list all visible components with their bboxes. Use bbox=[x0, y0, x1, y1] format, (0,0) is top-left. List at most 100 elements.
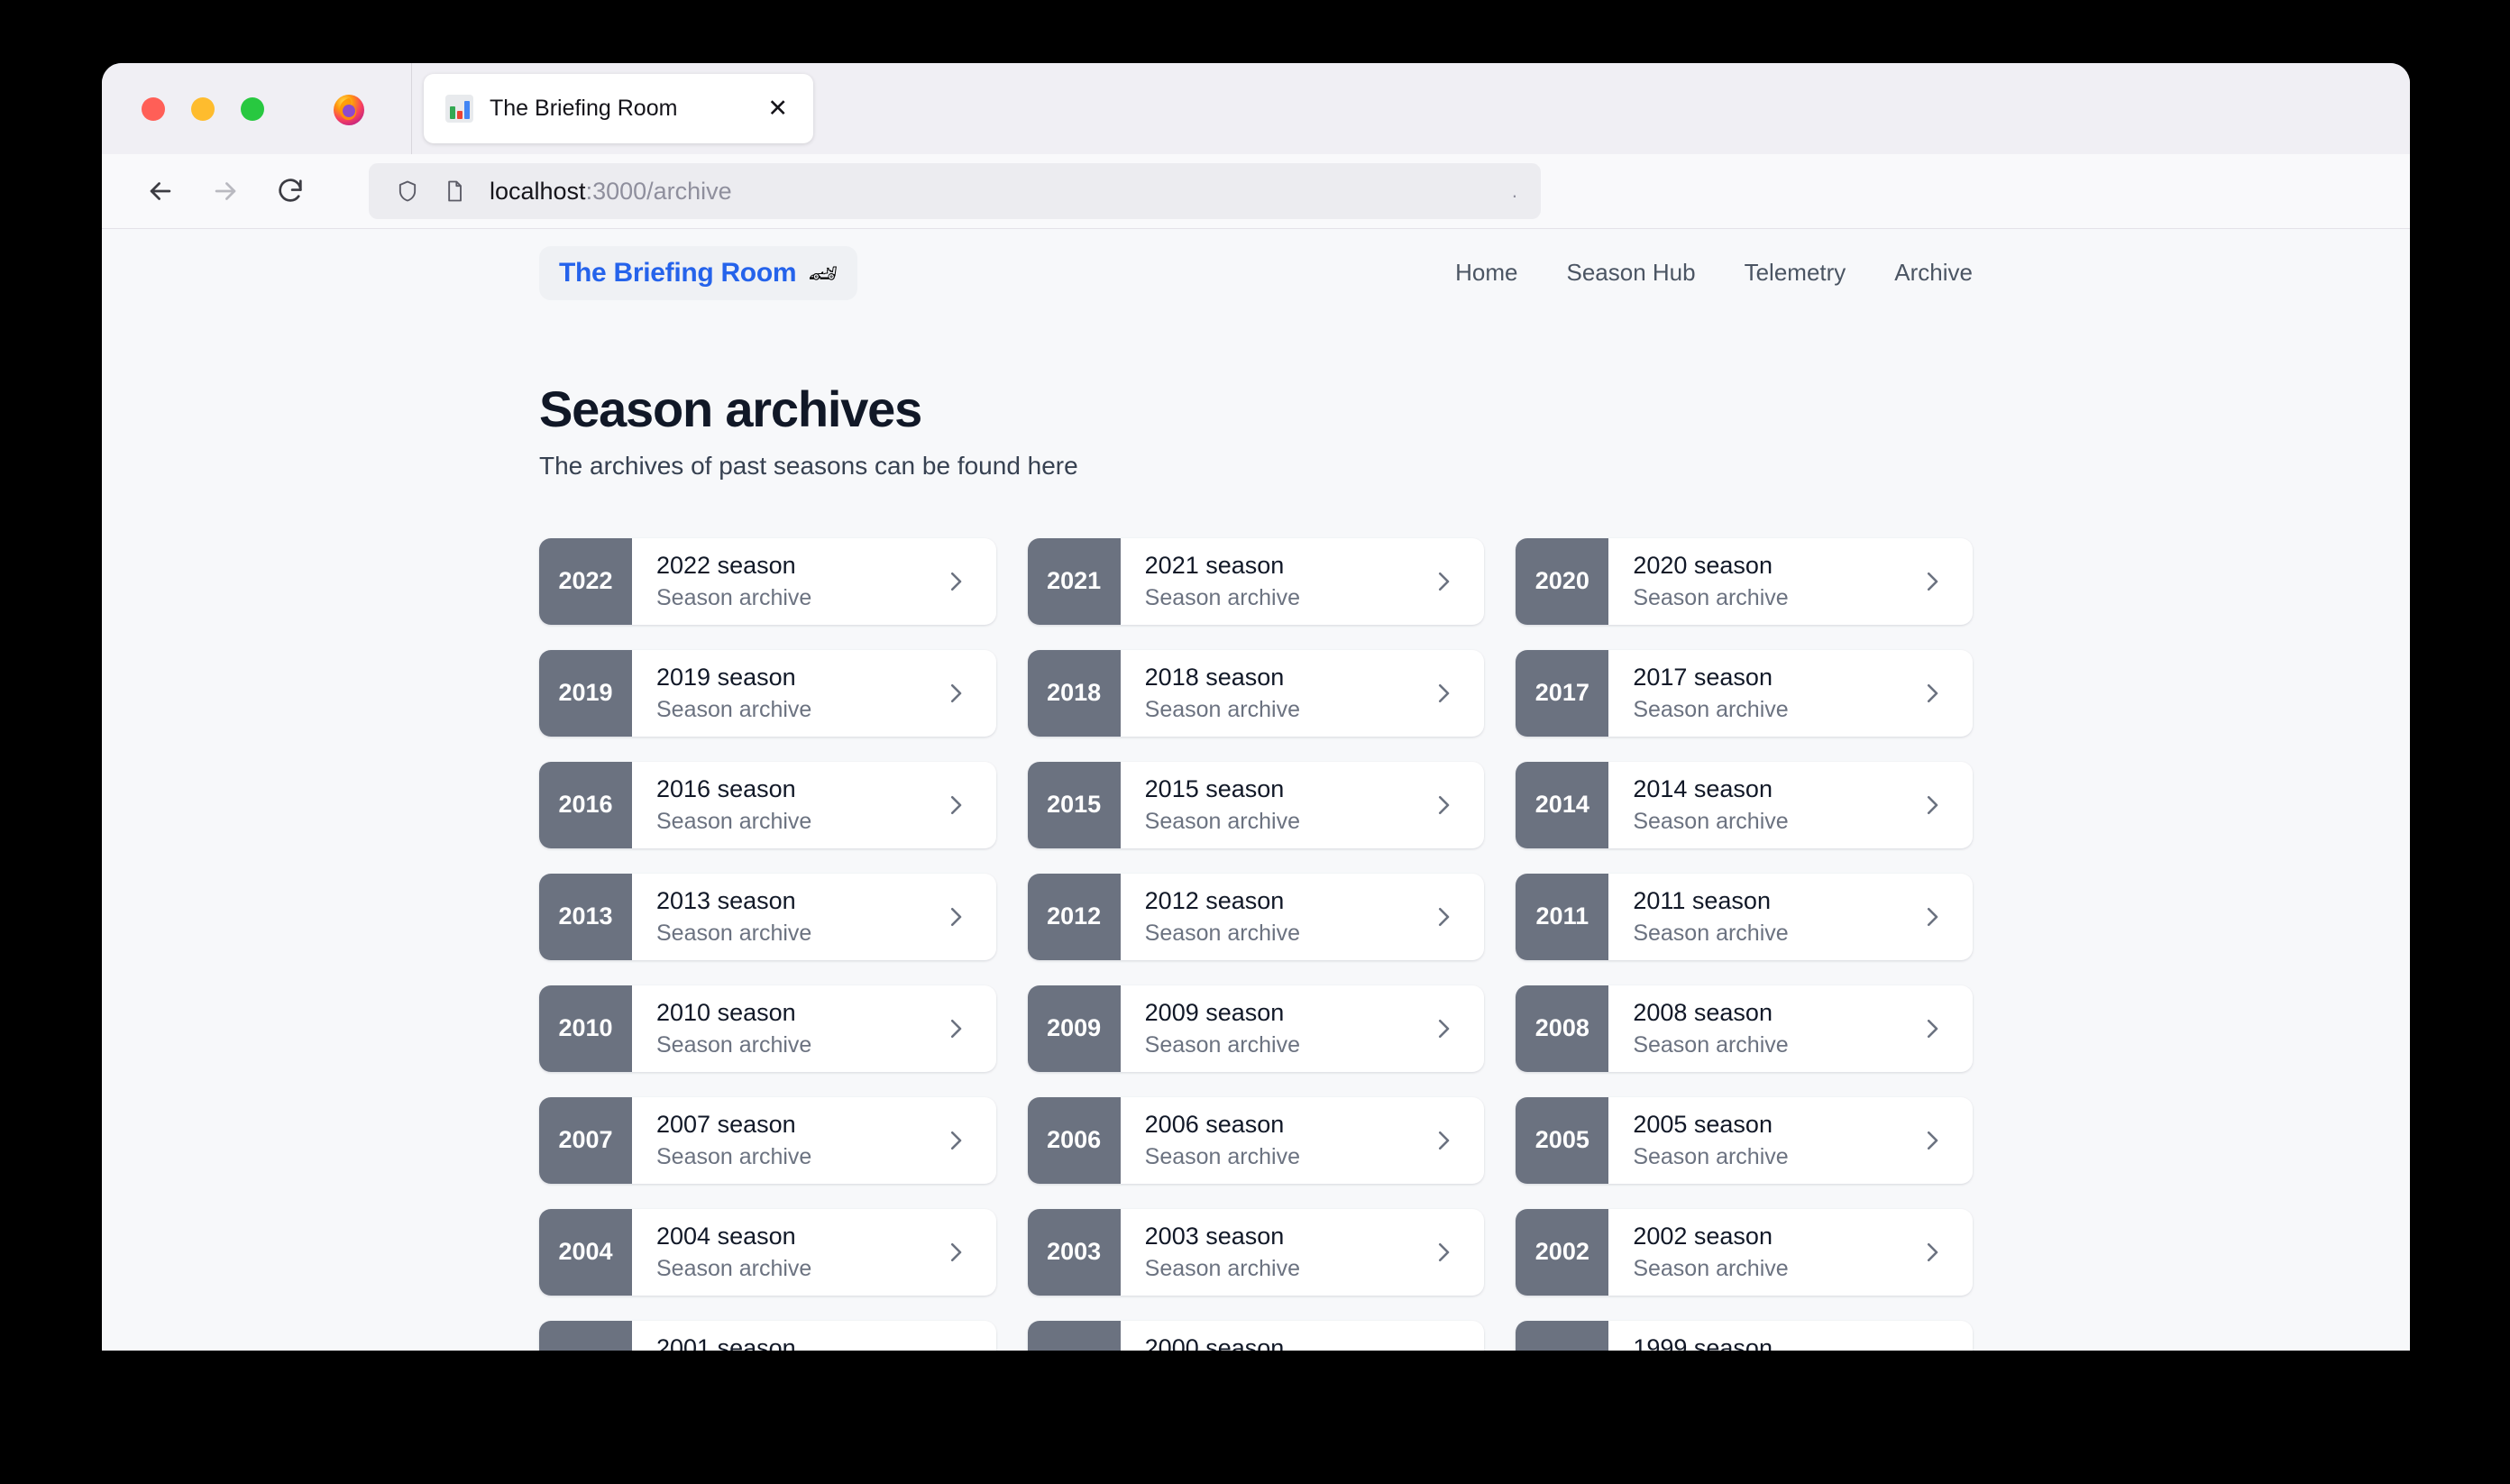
card-year-badge: 2003 bbox=[1027, 1208, 1121, 1296]
card-body: 2004 season Season archive bbox=[632, 1209, 996, 1296]
browser-tab-title: The Briefing Room bbox=[490, 96, 678, 121]
season-archive-card[interactable]: 2007 2007 season Season archive bbox=[539, 1096, 996, 1184]
card-body: 2013 season Season archive bbox=[632, 874, 996, 960]
url-path: :3000/archive bbox=[585, 177, 732, 205]
chevron-right-icon[interactable] bbox=[1917, 790, 1947, 820]
chevron-right-icon[interactable] bbox=[940, 1237, 971, 1268]
season-archive-card[interactable]: 2003 2003 season Season archive bbox=[1027, 1208, 1485, 1296]
season-archive-card[interactable]: 2006 2006 season Season archive bbox=[1027, 1096, 1485, 1184]
url-bar[interactable]: localhost:3000/archive . bbox=[369, 163, 1541, 219]
season-archive-card[interactable]: 2017 2017 season Season archive bbox=[1516, 649, 1973, 737]
card-year-badge: 2002 bbox=[1516, 1208, 1609, 1296]
season-archive-card[interactable]: 2010 2010 season Season archive bbox=[539, 985, 996, 1072]
nav-link-telemetry[interactable]: Telemetry bbox=[1745, 259, 1846, 287]
chevron-right-icon[interactable] bbox=[940, 1013, 971, 1044]
card-texts: 2021 season Season archive bbox=[1145, 550, 1415, 613]
chevron-right-icon[interactable] bbox=[1428, 1125, 1459, 1156]
chevron-right-icon[interactable] bbox=[940, 566, 971, 597]
chevron-right-icon[interactable] bbox=[940, 1125, 971, 1156]
shield-icon[interactable] bbox=[392, 176, 423, 206]
card-title: 2016 season bbox=[656, 774, 796, 802]
chevron-right-icon[interactable] bbox=[940, 902, 971, 932]
chevron-right-icon[interactable] bbox=[1917, 678, 1947, 709]
site-header: The Briefing Room 🏎 Home Season Hub Tele… bbox=[539, 229, 1973, 316]
card-body: 2022 season Season archive bbox=[632, 538, 996, 625]
url-text[interactable]: localhost:3000/archive bbox=[490, 178, 732, 206]
card-title: 2017 season bbox=[1633, 663, 1773, 691]
chevron-right-icon[interactable] bbox=[1428, 1349, 1459, 1351]
card-body: 2003 season Season archive bbox=[1121, 1209, 1485, 1296]
chevron-right-icon[interactable] bbox=[940, 790, 971, 820]
season-archive-card[interactable]: 2019 2019 season Season archive bbox=[539, 649, 996, 737]
chevron-right-icon[interactable] bbox=[1917, 1125, 1947, 1156]
season-archive-card[interactable]: 2016 2016 season Season archive bbox=[539, 761, 996, 848]
card-body: 2017 season Season archive bbox=[1608, 650, 1973, 737]
card-subtitle: Season archive bbox=[1144, 1256, 1300, 1282]
season-archive-card[interactable]: 2021 2021 season Season archive bbox=[1027, 537, 1485, 625]
chevron-right-icon[interactable] bbox=[940, 1349, 971, 1351]
season-archive-card[interactable]: 2001 2001 seasonSeason archive bbox=[539, 1320, 996, 1351]
card-year-badge: 2021 bbox=[1027, 537, 1121, 625]
card-subtitle: Season archive bbox=[1633, 1144, 1789, 1170]
season-archive-card[interactable]: 2012 2012 season Season archive bbox=[1027, 873, 1485, 960]
card-texts: 2001 seasonSeason archive bbox=[656, 1333, 926, 1351]
browser-tab[interactable]: The Briefing Room ✕ bbox=[424, 74, 813, 143]
chevron-right-icon[interactable] bbox=[1428, 678, 1459, 709]
card-year-badge: 2008 bbox=[1516, 985, 1609, 1072]
card-texts: 2019 season Season archive bbox=[656, 662, 926, 725]
season-archive-card[interactable]: 2020 2020 season Season archive bbox=[1516, 537, 1973, 625]
chevron-right-icon[interactable] bbox=[1917, 566, 1947, 597]
season-archive-card[interactable]: 2015 2015 season Season archive bbox=[1027, 761, 1485, 848]
card-body: 2010 season Season archive bbox=[632, 985, 996, 1072]
season-archive-card[interactable]: 2008 2008 season Season archive bbox=[1516, 985, 1973, 1072]
page-document-icon[interactable] bbox=[439, 176, 470, 206]
chevron-right-icon[interactable] bbox=[1917, 1013, 1947, 1044]
chevron-right-icon[interactable] bbox=[1917, 902, 1947, 932]
season-archive-card[interactable]: 1999 1999 seasonSeason archive bbox=[1516, 1320, 1973, 1351]
chevron-right-icon[interactable] bbox=[1428, 566, 1459, 597]
window-minimize-button[interactable] bbox=[191, 96, 215, 121]
card-texts: 2017 season Season archive bbox=[1633, 662, 1902, 725]
brand-logo[interactable]: The Briefing Room 🏎 bbox=[539, 245, 858, 300]
season-archive-card[interactable]: 2000 2000 seasonSeason archive bbox=[1027, 1320, 1485, 1351]
season-archive-card[interactable]: 2014 2014 season Season archive bbox=[1516, 761, 1973, 848]
season-archive-card[interactable]: 2022 2022 season Season archive bbox=[539, 537, 996, 625]
card-title: 2021 season bbox=[1144, 551, 1285, 579]
card-body: 2007 season Season archive bbox=[632, 1097, 996, 1184]
season-archive-card[interactable]: 2005 2005 season Season archive bbox=[1516, 1096, 1973, 1184]
window-maximize-button[interactable] bbox=[241, 96, 264, 121]
season-archive-card[interactable]: 2011 2011 season Season archive bbox=[1516, 873, 1973, 960]
nav-link-season-hub[interactable]: Season Hub bbox=[1566, 259, 1695, 287]
season-archive-card[interactable]: 2004 2004 season Season archive bbox=[539, 1208, 996, 1296]
chevron-right-icon[interactable] bbox=[1428, 1237, 1459, 1268]
card-texts: 2000 seasonSeason archive bbox=[1145, 1333, 1415, 1351]
card-texts: 2016 season Season archive bbox=[656, 774, 926, 837]
season-archive-card[interactable]: 2002 2002 season Season archive bbox=[1516, 1208, 1973, 1296]
card-body: 2006 season Season archive bbox=[1121, 1097, 1485, 1184]
card-body: 2008 season Season archive bbox=[1608, 985, 1973, 1072]
season-archive-card[interactable]: 2018 2018 season Season archive bbox=[1027, 649, 1485, 737]
page-subtitle: The archives of past seasons can be foun… bbox=[539, 451, 1078, 480]
nav-link-home[interactable]: Home bbox=[1455, 259, 1517, 287]
reload-icon[interactable] bbox=[264, 165, 316, 217]
brand-name: The Briefing Room bbox=[559, 257, 797, 288]
chevron-right-icon[interactable] bbox=[1428, 902, 1459, 932]
chevron-right-icon[interactable] bbox=[1917, 1237, 1947, 1268]
chevron-right-icon[interactable] bbox=[1917, 1349, 1947, 1351]
window-close-button[interactable] bbox=[142, 96, 165, 121]
page-content: The Briefing Room 🏎 Home Season Hub Tele… bbox=[102, 229, 2410, 1351]
season-archive-card[interactable]: 2013 2013 season Season archive bbox=[539, 873, 996, 960]
nav-link-archive[interactable]: Archive bbox=[1894, 259, 1973, 287]
page-title: Season archives bbox=[539, 380, 922, 437]
card-body: 1999 seasonSeason archive bbox=[1608, 1321, 1973, 1351]
chevron-right-icon[interactable] bbox=[940, 678, 971, 709]
card-title: 2014 season bbox=[1633, 774, 1773, 802]
close-icon[interactable]: ✕ bbox=[762, 93, 793, 124]
season-archive-card[interactable]: 2009 2009 season Season archive bbox=[1027, 985, 1485, 1072]
season-archive-grid: 2022 2022 season Season archive 2021 2021 se… bbox=[539, 537, 1973, 1351]
forward-arrow-icon[interactable] bbox=[199, 165, 252, 217]
chevron-right-icon[interactable] bbox=[1428, 790, 1459, 820]
chevron-right-icon[interactable] bbox=[1428, 1013, 1459, 1044]
back-arrow-icon[interactable] bbox=[134, 165, 187, 217]
card-subtitle: Season archive bbox=[1144, 921, 1300, 947]
